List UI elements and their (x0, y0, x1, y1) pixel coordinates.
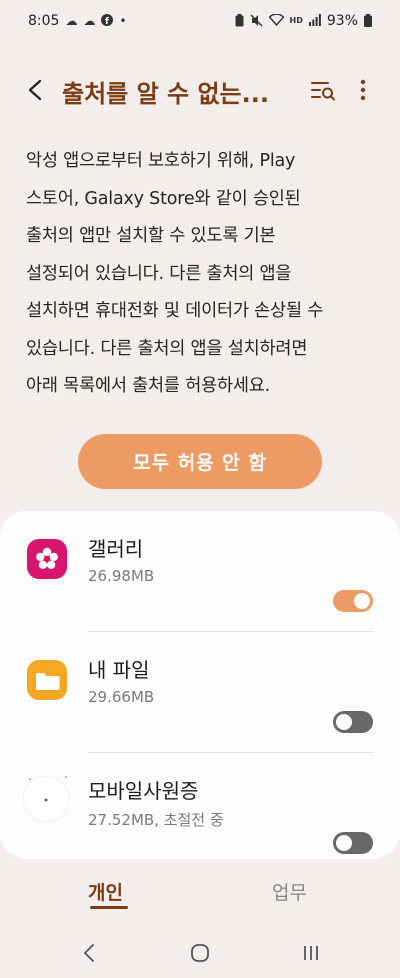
cloud-share-icon: ☁ (83, 14, 96, 28)
allow-toggle-my-files[interactable] (333, 711, 373, 733)
allow-toggle-mobile-id[interactable] (333, 832, 373, 854)
app-size: 26.98MB (88, 567, 155, 585)
gallery-icon (27, 539, 67, 579)
facebook-icon: f (101, 14, 114, 28)
status-right: HD 93% (235, 13, 372, 29)
back-button[interactable] (22, 72, 48, 108)
tab-personal[interactable]: 개인 (88, 878, 123, 905)
app-list: 갤러리 26.98MB 내 파일 29.66MB 모바일사원증 27.52MB,… (0, 511, 400, 859)
app-name: 모바일사원증 (88, 779, 199, 803)
description-line: 있습니다. 다른 출처의 앱을 설치하려면 (26, 338, 308, 359)
my-files-icon (27, 660, 67, 700)
wifi-icon (268, 13, 284, 28)
cloud-icon: ☁ (65, 14, 78, 28)
mobile-id-icon (16, 767, 76, 827)
battery-icon (364, 13, 372, 29)
app-name: 내 파일 (88, 658, 150, 682)
signal-icon (308, 14, 321, 28)
app-row-my-files[interactable]: 내 파일 29.66MB (0, 632, 400, 752)
tab-work[interactable]: 업무 (272, 878, 307, 905)
more-vertical-icon (360, 79, 366, 101)
back-nav-icon (84, 944, 94, 962)
active-tab-indicator (90, 906, 128, 909)
description-line: 설치하면 휴대전화 및 데이터가 손상될 수 (26, 301, 324, 321)
description-line: 설정되어 있습니다. 다른 출처의 앱을 (26, 263, 292, 284)
disallow-all-button[interactable]: 모두 허용 안 함 (78, 434, 322, 489)
description-line: 악성 앱으로부터 보호하기 위해, Play (26, 151, 296, 171)
mute-icon (250, 13, 263, 29)
allow-toggle-gallery[interactable] (333, 590, 373, 612)
nav-recents-button[interactable] (296, 940, 326, 966)
back-icon (28, 79, 42, 101)
nav-back-button[interactable] (74, 940, 104, 966)
battery-saver-icon (235, 13, 244, 29)
description-line: 스토어, Galaxy Store와 같이 승인된 (26, 188, 301, 209)
toggle-knob (354, 593, 370, 609)
home-nav-icon (191, 944, 209, 962)
app-size: 27.52MB, 초절전 중 (88, 811, 224, 829)
toggle-knob (336, 714, 352, 730)
app-name: 갤러리 (88, 537, 144, 561)
more-options-button[interactable] (352, 76, 374, 104)
battery-percent: 93% (326, 13, 358, 29)
dot-icon: • (119, 14, 127, 28)
toggle-knob (336, 835, 352, 851)
app-size: 29.66MB (88, 688, 155, 706)
page-title: 출처를 알 수 없는... (62, 80, 269, 108)
search-list-button[interactable] (308, 76, 338, 104)
search-list-icon (311, 82, 335, 101)
status-left: 8:05 ☁ ☁ f • (28, 13, 127, 29)
nav-home-button[interactable] (185, 940, 215, 966)
app-row-gallery[interactable]: 갤러리 26.98MB (0, 511, 400, 631)
svg-text:f: f (105, 17, 109, 26)
description-text: 악성 앱으로부터 보호하기 위해, Play 스토어, Galaxy Store… (26, 143, 366, 406)
status-bar: 8:05 ☁ ☁ f • HD 93% (0, 0, 400, 42)
app-header: 출처를 알 수 없는... (0, 62, 400, 118)
hd-voice-icon: HD (289, 16, 303, 25)
app-row-mobile-id[interactable]: 모바일사원증 27.52MB, 초절전 중 (0, 753, 400, 859)
description-line: 출처의 앱만 설치할 수 있도록 기본 (26, 226, 276, 246)
navigation-bar (0, 930, 400, 978)
description-line: 아래 목록에서 출처를 허용하세요. (26, 376, 271, 396)
recents-nav-icon (304, 946, 318, 960)
status-time: 8:05 (28, 13, 60, 29)
